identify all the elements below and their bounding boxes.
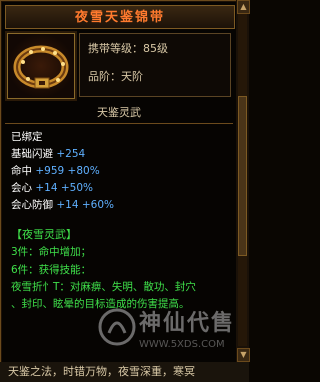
carry-level: 携带等级：85级	[88, 42, 168, 55]
set-name: 【夜雪灵武】	[11, 228, 77, 241]
stat-line: 基础闪避 +254	[11, 146, 85, 161]
item-info-box: 携带等级：85级 品阶：天阶	[79, 33, 231, 97]
item-tooltip: 夜雪天鉴锦带 携带等级：85级 品阶：天阶 天鉴灵武 已绑定 基础闪避 +254…	[0, 0, 238, 364]
watermark-text: 神仙代售	[139, 311, 236, 336]
stat-value: +959	[35, 165, 65, 177]
stat-label: 基础闪避	[11, 148, 53, 160]
divider	[5, 123, 233, 124]
belt-icon	[8, 34, 74, 98]
watermark-url: WWW.5XDS.COM	[139, 339, 225, 350]
item-category: 天鉴灵武	[97, 106, 141, 119]
stat-label: 会心	[11, 182, 32, 194]
stat-percent: +50%	[60, 182, 93, 194]
stat-label: 命中	[11, 165, 32, 177]
item-title-bar: 夜雪天鉴锦带	[5, 5, 235, 29]
item-icon[interactable]	[7, 33, 75, 99]
item-grade: 品阶：天阶	[88, 70, 143, 83]
stat-line: 会心 +14 +50%	[11, 180, 93, 195]
stat-value: +14	[35, 182, 58, 194]
watermark: 神仙代售 WWW.5XDS.COM	[93, 301, 243, 359]
stat-line: 会心防御 +14 +60%	[11, 197, 114, 212]
set-bonus-6: 6件：获得技能：	[11, 264, 92, 276]
stat-value: +254	[56, 148, 86, 160]
stat-value: +14	[56, 199, 79, 211]
scrollbar[interactable]: ▲ ▼	[236, 0, 250, 362]
scroll-thumb[interactable]	[238, 96, 247, 256]
bound-status: 已绑定	[11, 131, 43, 143]
background-description: 天鉴之法，时错万物，夜雪深重，寒冥	[0, 362, 249, 382]
scroll-down-button[interactable]: ▼	[237, 348, 250, 362]
item-name: 夜雪天鉴锦带	[74, 10, 165, 25]
stat-label: 会心防御	[11, 199, 53, 211]
watermark-logo-icon	[98, 308, 136, 346]
stat-percent: +80%	[67, 165, 100, 177]
set-skill-desc-line: 夜雪折忄T：对麻痹、失明、散功、封穴	[11, 281, 196, 293]
scroll-up-button[interactable]: ▲	[237, 0, 250, 14]
set-bonus-3: 3件：命中增加；	[11, 246, 92, 258]
stat-percent: +60%	[81, 199, 114, 211]
stat-line: 命中 +959 +80%	[11, 163, 100, 178]
